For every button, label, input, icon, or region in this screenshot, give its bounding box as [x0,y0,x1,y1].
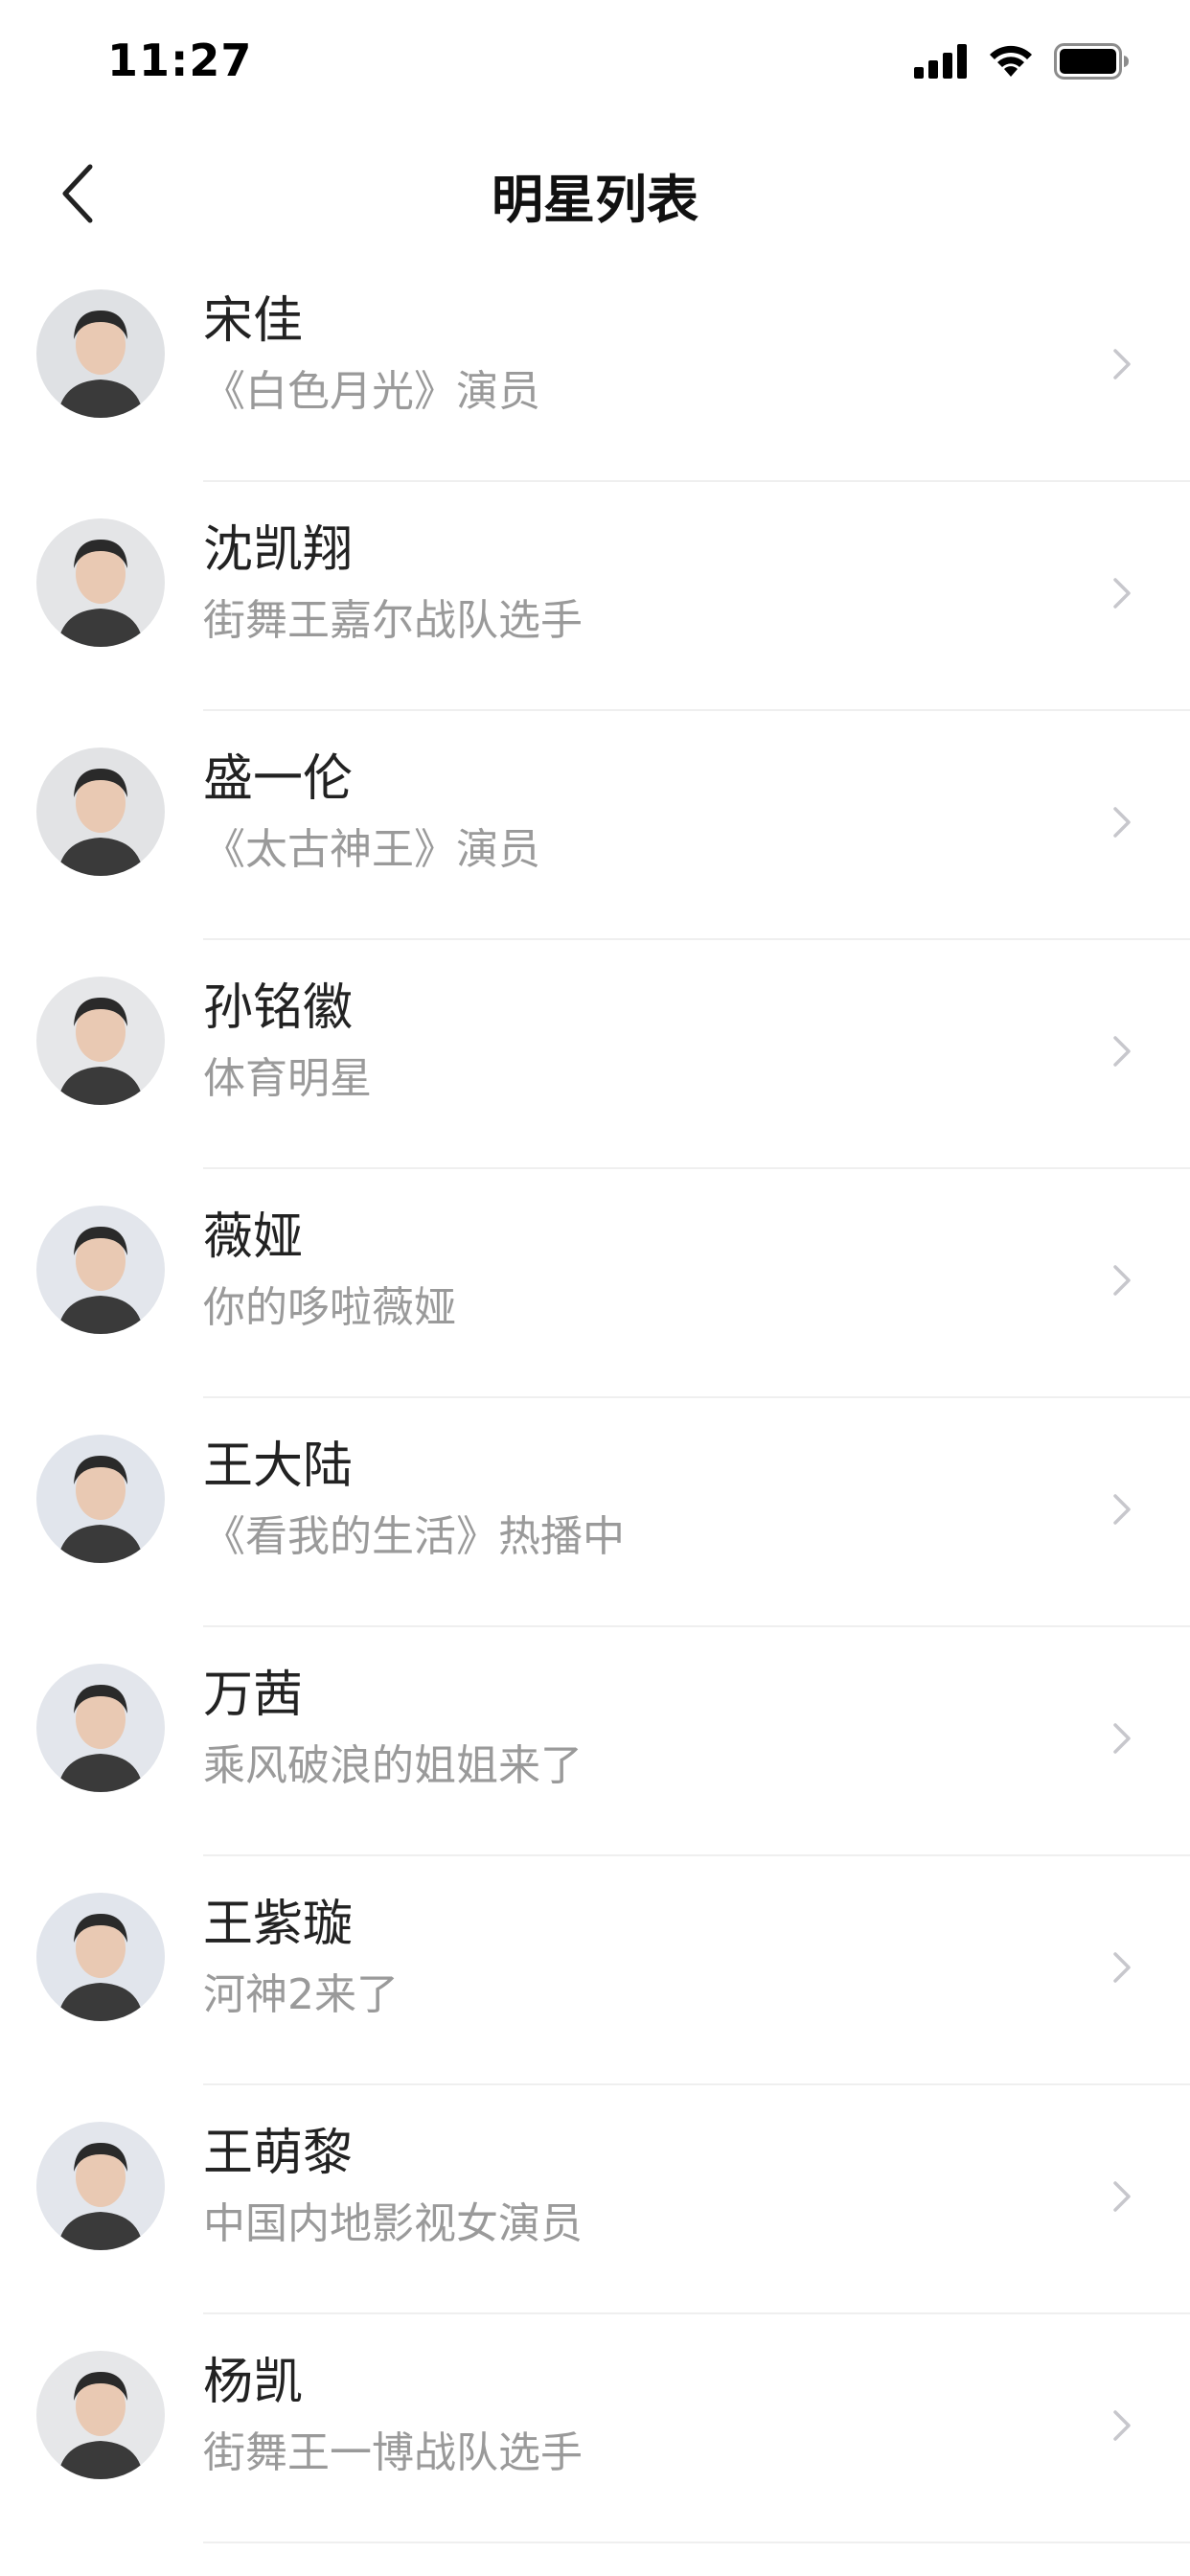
avatar [36,1435,165,1563]
chevron-right-icon [1108,1719,1136,1758]
star-description: 河神2来了 [203,1970,399,2019]
star-list: 宋佳《白色月光》演员沈凯翔街舞王嘉尔战队选手盛一伦《太古神王》演员孙铭徽体育明星… [0,253,1190,2543]
star-name: 沈凯翔 [203,521,354,579]
chevron-right-icon [1108,2406,1136,2445]
status-bar: 11:27 [0,0,1190,126]
star-name: 杨凯 [203,2354,304,2411]
item-text: 宋佳《白色月光》演员 [203,288,540,422]
avatar [36,1893,165,2021]
list-item[interactable]: 王萌黎中国内地影视女演员 [0,2085,1190,2314]
chevron-right-icon [1108,803,1136,841]
list-item[interactable]: 沈凯翔街舞王嘉尔战队选手 [0,482,1190,711]
star-name: 孙铭徽 [203,979,354,1037]
chevron-right-icon [1108,1948,1136,1987]
star-name: 薇娅 [203,1208,304,1266]
avatar [36,1664,165,1792]
star-name: 王大陆 [203,1438,354,1495]
item-text: 杨凯街舞王一博战队选手 [203,2349,583,2483]
list-item[interactable]: 孙铭徽 体育明星 [0,940,1190,1169]
list-item[interactable]: 薇娅 你的哆啦薇娅 [0,1169,1190,1398]
nav-bar: 明星列表 [0,126,1190,253]
list-item[interactable]: 王紫璇河神2来了 [0,1856,1190,2085]
star-name: 宋佳 [203,292,304,350]
divider [203,2542,1190,2543]
item-text: 沈凯翔街舞王嘉尔战队选手 [203,517,583,651]
star-description: 街舞王一博战队选手 [203,2428,583,2477]
avatar [36,748,165,876]
signal-icon [914,44,968,82]
list-item[interactable]: 盛一伦《太古神王》演员 [0,711,1190,940]
list-item[interactable]: 杨凯街舞王一博战队选手 [0,2314,1190,2543]
star-name: 王萌黎 [203,2125,354,2182]
list-item[interactable]: 王大陆《看我的生活》热播中 [0,1398,1190,1627]
star-description: 中国内地影视女演员 [203,2199,583,2248]
star-description: 《看我的生活》热播中 [203,1512,625,1561]
chevron-right-icon [1108,1490,1136,1529]
page-title: 明星列表 [492,170,698,230]
chevron-right-icon [1108,2177,1136,2216]
list-item[interactable]: 万茜乘风破浪的姐姐来了 [0,1627,1190,1856]
item-text: 王萌黎中国内地影视女演员 [203,2120,583,2254]
status-icons [914,42,1131,84]
star-name: 王紫璇 [203,1896,354,1953]
avatar [36,1206,165,1334]
avatar [36,289,165,418]
chevron-right-icon [1108,1261,1136,1300]
status-time: 11:27 [107,34,253,86]
star-name: 万茜 [203,1667,304,1724]
item-text: 孙铭徽 体育明星 [203,975,372,1109]
star-description: 《白色月光》演员 [203,367,540,416]
star-description: 《太古神王》演员 [203,825,540,874]
item-text: 万茜乘风破浪的姐姐来了 [203,1662,583,1796]
avatar [36,2351,165,2479]
star-description: 体育明星 [203,1054,372,1103]
avatar [36,518,165,647]
chevron-right-icon [1108,1032,1136,1070]
star-description: 你的哆啦薇娅 [203,1283,456,1332]
battery-icon [1054,43,1131,83]
avatar [36,2122,165,2250]
chevron-right-icon [1108,345,1136,383]
star-description: 街舞王嘉尔战队选手 [203,596,583,645]
item-text: 王大陆《看我的生活》热播中 [203,1433,625,1567]
item-text: 薇娅 你的哆啦薇娅 [203,1204,456,1338]
list-item[interactable]: 宋佳《白色月光》演员 [0,253,1190,482]
item-text: 王紫璇河神2来了 [203,1891,399,2025]
avatar [36,977,165,1105]
item-text: 盛一伦《太古神王》演员 [203,746,540,880]
star-name: 盛一伦 [203,750,354,808]
star-description: 乘风破浪的姐姐来了 [203,1741,583,1790]
chevron-right-icon [1108,574,1136,612]
wifi-icon [987,44,1035,82]
